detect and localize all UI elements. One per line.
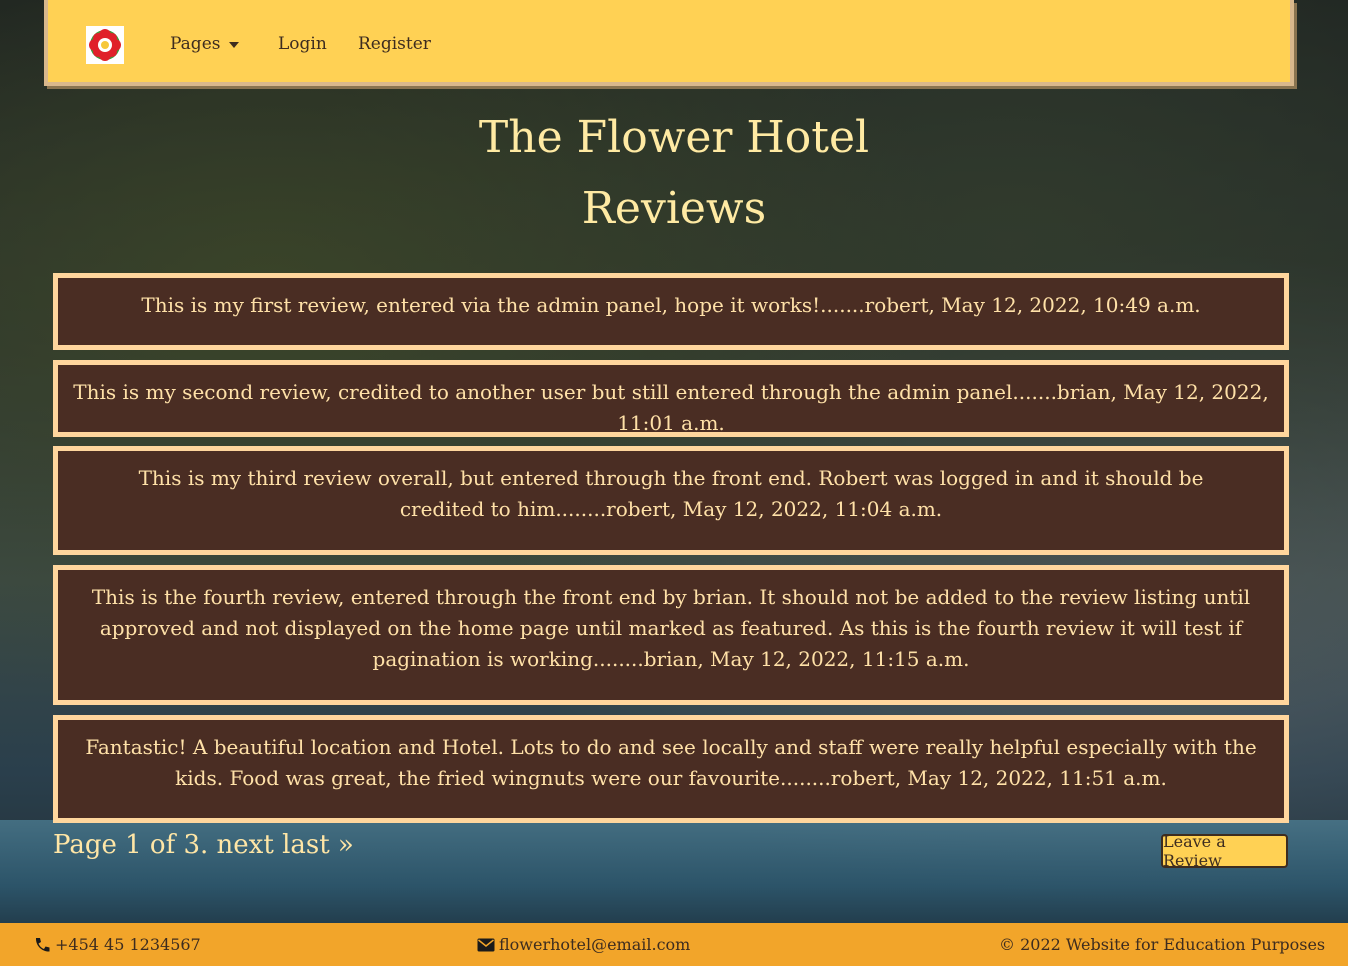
- review-text: This is my first review, entered via the…: [141, 293, 1201, 317]
- review-text: Fantastic! A beautiful location and Hote…: [85, 735, 1257, 790]
- flower-icon: [89, 29, 121, 61]
- envelope-icon: [477, 938, 495, 951]
- page-indicator: Page 1 of 3.: [53, 830, 209, 860]
- logo[interactable]: [86, 26, 124, 64]
- leave-review-button[interactable]: Leave a Review: [1161, 832, 1288, 870]
- last-page-link[interactable]: last »: [282, 830, 354, 860]
- page-title: The Flower Hotel: [478, 112, 870, 163]
- footer-email-text[interactable]: flowerhotel@email.com: [499, 935, 690, 954]
- footer: +454 45 1234567 flowerhotel@email.com © …: [0, 923, 1348, 966]
- phone-icon: [35, 937, 50, 952]
- nav-login[interactable]: Login: [278, 34, 327, 54]
- nav-register[interactable]: Register: [358, 34, 431, 54]
- footer-phone-text: +454 45 1234567: [55, 935, 201, 954]
- next-page-link[interactable]: next: [217, 830, 274, 860]
- review-card: This is my second review, credited to an…: [53, 360, 1289, 437]
- chevron-down-icon: [229, 41, 240, 48]
- review-card: This is the fourth review, entered throu…: [53, 565, 1289, 705]
- review-card: This is my first review, entered via the…: [53, 273, 1289, 350]
- nav-pages-dropdown[interactable]: Pages: [170, 34, 240, 54]
- review-text: This is the fourth review, entered throu…: [91, 585, 1251, 671]
- nav-pages-label: Pages: [170, 34, 221, 54]
- pagination: Page 1 of 3. next last »: [53, 830, 354, 860]
- review-card: Fantastic! A beautiful location and Hote…: [53, 715, 1289, 823]
- page-subtitle: Reviews: [581, 183, 767, 234]
- review-card: This is my third review overall, but ent…: [53, 446, 1289, 555]
- review-text: This is my second review, credited to an…: [73, 380, 1269, 435]
- review-text: This is my third review overall, but ent…: [138, 466, 1204, 521]
- footer-email: flowerhotel@email.com: [477, 935, 690, 954]
- footer-phone: +454 45 1234567: [33, 935, 201, 954]
- footer-copyright: © 2022 Website for Education Purposes: [999, 935, 1326, 954]
- navbar: Pages Login Register: [44, 0, 1294, 86]
